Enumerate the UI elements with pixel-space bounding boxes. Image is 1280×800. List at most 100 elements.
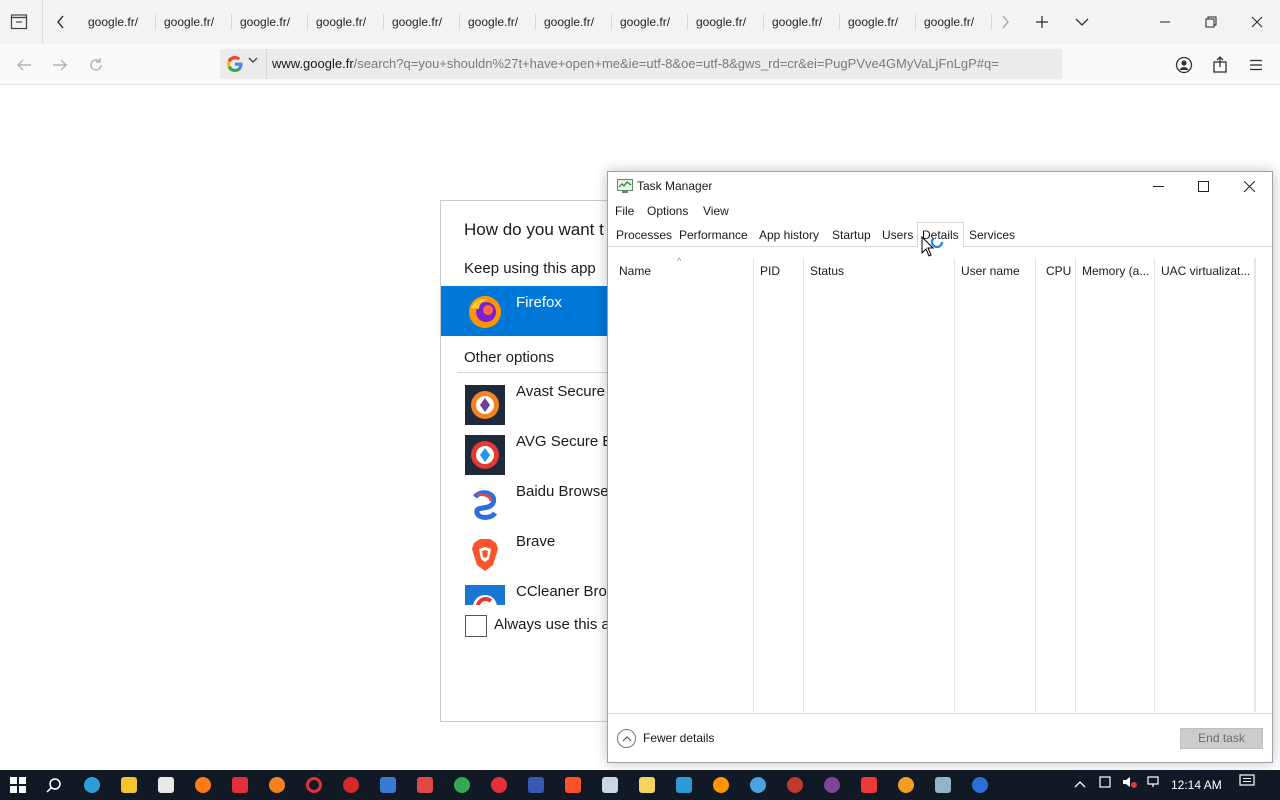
browser-alt-icon[interactable] xyxy=(783,773,807,797)
action-center-icon[interactable] xyxy=(1239,770,1255,800)
task-manager-taskbar-icon[interactable] xyxy=(925,770,961,800)
column-pid[interactable]: PID xyxy=(756,258,804,284)
start-icon[interactable] xyxy=(6,773,30,797)
task-manager-icon xyxy=(617,179,633,193)
opera-icon[interactable] xyxy=(302,773,326,797)
browser-tab[interactable]: google.fr/ xyxy=(764,0,840,44)
tab-processes[interactable]: Processes xyxy=(612,224,676,247)
brave-option[interactable]: Brave xyxy=(441,533,631,579)
details-column-headers: Name PID Status User name CPU Memory (a.… xyxy=(608,258,1256,284)
close-icon[interactable] xyxy=(1226,172,1272,200)
baidu-option[interactable]: Baidu Browser xyxy=(441,483,631,529)
tab-services[interactable]: Services xyxy=(965,224,1019,247)
tab-startup[interactable]: Startup xyxy=(828,224,875,247)
app-icon[interactable] xyxy=(672,773,696,797)
end-task-button[interactable]: End task xyxy=(1180,728,1263,749)
minimize-icon[interactable] xyxy=(1150,8,1180,36)
yandex-icon[interactable] xyxy=(228,773,252,797)
browser-tab[interactable]: google.fr/ xyxy=(612,0,688,44)
account-icon[interactable] xyxy=(1171,52,1197,78)
firefox-taskbar-icon[interactable] xyxy=(185,770,221,800)
browser-icon[interactable] xyxy=(746,773,770,797)
browser-tab[interactable]: google.fr/ xyxy=(384,0,460,44)
busy-cursor-icon xyxy=(921,236,944,257)
browser-tab[interactable]: google.fr/ xyxy=(232,0,308,44)
firefox-label: Firefox xyxy=(516,294,562,311)
browser-tab[interactable]: google.fr/ xyxy=(308,0,384,44)
tab-users[interactable]: Users xyxy=(878,224,917,247)
tab-manager-icon[interactable] xyxy=(8,10,30,34)
column-user-name[interactable]: User name xyxy=(957,258,1035,284)
menu-options[interactable]: Options xyxy=(647,204,688,218)
column-status[interactable]: Status xyxy=(806,258,954,284)
new-tab-icon[interactable] xyxy=(1031,10,1053,34)
avast-taskbar-icon[interactable] xyxy=(265,773,289,797)
brave-icon xyxy=(472,539,498,571)
security-icon[interactable] xyxy=(524,773,548,797)
clock-time[interactable]: 12:14 AM xyxy=(1171,770,1222,800)
browser-tab[interactable]: google.fr/ xyxy=(916,0,992,44)
search-icon[interactable] xyxy=(42,773,66,797)
menu-view[interactable]: View xyxy=(703,204,729,218)
photos-icon[interactable] xyxy=(598,773,622,797)
chrome-icon[interactable] xyxy=(450,773,474,797)
column-uac-virtualization[interactable]: UAC virtualizat... xyxy=(1157,258,1254,284)
menu-icon[interactable] xyxy=(1243,52,1269,78)
browser-tab[interactable]: google.fr/ xyxy=(156,0,232,44)
menu-file[interactable]: File xyxy=(615,204,634,218)
file-explorer-icon[interactable] xyxy=(117,773,141,797)
tor-icon[interactable] xyxy=(820,773,844,797)
browser-tab[interactable]: google.fr/ xyxy=(536,0,612,44)
globe-icon[interactable] xyxy=(968,773,992,797)
volume-muted-icon[interactable] xyxy=(1122,770,1138,800)
details-scrollbar[interactable] xyxy=(1255,258,1269,712)
edge-icon[interactable] xyxy=(80,773,104,797)
browser-tab[interactable]: google.fr/ xyxy=(460,0,536,44)
browser-tab[interactable]: google.fr/ xyxy=(688,0,764,44)
opera-gx-icon[interactable] xyxy=(487,773,511,797)
google-icon[interactable] xyxy=(226,55,244,73)
open-with-dialog: How do you want t Keep using this app Fi… xyxy=(440,200,631,722)
address-bar[interactable]: www.google.fr/search?q=you+shouldn%27t+h… xyxy=(220,49,1062,79)
vivaldi-icon[interactable] xyxy=(857,773,881,797)
firefox-option[interactable]: Firefox xyxy=(441,286,631,336)
task-manager-titlebar[interactable]: Task Manager xyxy=(608,172,1272,200)
vivaldi-ring-icon[interactable] xyxy=(339,773,363,797)
checkbox[interactable] xyxy=(465,615,487,637)
column-name[interactable]: Name xyxy=(615,258,753,284)
tab-list-chevron-icon[interactable] xyxy=(1071,10,1093,34)
store-icon[interactable] xyxy=(154,773,178,797)
chevron-down-icon[interactable] xyxy=(248,55,258,67)
avg-icon xyxy=(465,435,505,475)
ccleaner-option[interactable]: CCleaner Brow xyxy=(441,583,631,605)
windows-taskbar: 12:14 AM xyxy=(0,770,1280,800)
back-icon[interactable] xyxy=(11,52,37,78)
column-memory[interactable]: Memory (a... xyxy=(1078,258,1156,284)
tray-chevron-up-icon[interactable] xyxy=(1073,770,1087,800)
brave-taskbar-icon[interactable] xyxy=(561,773,585,797)
minimize-icon[interactable] xyxy=(1135,172,1181,200)
close-icon[interactable] xyxy=(1242,8,1272,36)
shield-icon[interactable] xyxy=(376,773,400,797)
browser-tab[interactable]: google.fr/ xyxy=(80,0,156,44)
column-cpu[interactable]: CPU xyxy=(1042,258,1076,284)
tab-performance[interactable]: Performance xyxy=(675,224,752,247)
notes-icon[interactable] xyxy=(635,773,659,797)
tabs-scroll-right-icon[interactable] xyxy=(994,10,1016,34)
maximize-icon[interactable] xyxy=(1180,172,1226,200)
url-text[interactable]: www.google.fr/search?q=you+shouldn%27t+h… xyxy=(272,49,1054,79)
browser-tab[interactable]: google.fr/ xyxy=(840,0,916,44)
restore-icon[interactable] xyxy=(1196,8,1226,36)
forward-icon[interactable] xyxy=(47,52,73,78)
avg-option[interactable]: AVG Secure Br xyxy=(441,433,631,479)
media-icon[interactable] xyxy=(413,773,437,797)
share-icon[interactable] xyxy=(1207,52,1233,78)
tab-app-history[interactable]: App history xyxy=(755,224,823,247)
firefox-dev-icon[interactable] xyxy=(709,773,733,797)
network-icon[interactable] xyxy=(1145,770,1161,800)
avast-option[interactable]: Avast Secure B xyxy=(441,383,631,429)
tabs-scroll-left-icon[interactable] xyxy=(50,10,72,34)
tray-device-icon[interactable] xyxy=(1098,770,1112,800)
reload-icon[interactable] xyxy=(83,52,109,78)
avg-taskbar-icon[interactable] xyxy=(894,773,918,797)
